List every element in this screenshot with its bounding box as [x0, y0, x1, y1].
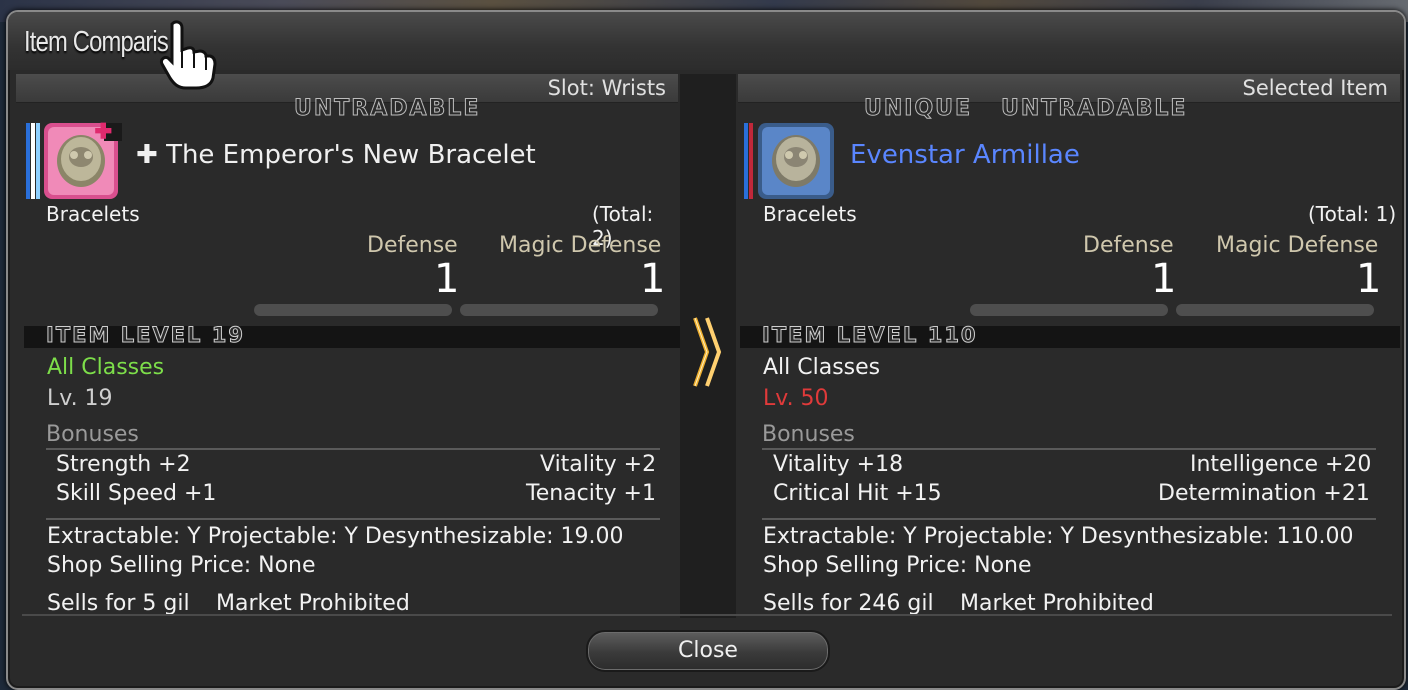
item-category: Bracelets [763, 202, 857, 226]
bonuses-header: Bonuses [46, 422, 139, 447]
magic-defense-label: Magic Defense [499, 233, 662, 258]
item-name: ✚ The Emperor's New Bracelet [136, 140, 536, 170]
magic-defense-label: Magic Defense [1216, 233, 1379, 258]
defense-label: Defense [367, 233, 458, 258]
bonus-stat: Vitality +18 [773, 452, 904, 477]
item-category: Bracelets [46, 202, 140, 226]
item-name-text: The Emperor's New Bracelet [166, 140, 536, 170]
magic-defense-value: 1 [1356, 256, 1382, 302]
item-level: ITEM LEVEL 19 [46, 323, 245, 348]
defense-value: 1 [1151, 256, 1177, 302]
bonuses-divider-bottom [762, 518, 1376, 520]
bonuses-divider-bottom [46, 518, 660, 520]
item-total: (Total: 1) [1308, 202, 1397, 226]
window-title: Item Comparis [24, 26, 169, 58]
shop-price: Shop Selling Price: None [763, 553, 1032, 578]
market-status: Market Prohibited [216, 591, 410, 616]
bonuses-header: Bonuses [762, 422, 855, 447]
hq-glyph: ✚ [136, 140, 158, 170]
item-tags: UNTRADABLE [293, 96, 481, 122]
hand-pointer-icon [160, 20, 217, 90]
item-name: Evenstar Armillae [850, 140, 1080, 170]
bonus-stat: Determination +21 [1158, 481, 1370, 506]
market-status: Market Prohibited [960, 591, 1154, 616]
sell-price: Sells for 5 gil [47, 591, 190, 616]
magic-defense-bar [460, 304, 658, 316]
item-tags: UNIQUE UNTRADABLE [863, 96, 1188, 122]
slot-label: Slot: Wrists [547, 76, 666, 100]
bonus-stat: Strength +2 [56, 452, 191, 477]
bonus-stat: Critical Hit +15 [773, 481, 942, 506]
item-level: ITEM LEVEL 110 [762, 323, 978, 348]
item-required-level: Lv. 19 [47, 386, 113, 411]
item-comparison-window: Item Comparis Slot: Wrists UNTRADABLE ✚ … [6, 10, 1406, 690]
bracelet-icon[interactable] [744, 121, 834, 199]
bracelet-icon[interactable] [26, 121, 122, 199]
close-button[interactable]: Close [586, 630, 830, 672]
magic-defense-bar [1176, 304, 1374, 316]
bonus-stat: Intelligence +20 [1190, 452, 1372, 477]
bonuses-divider-top [46, 448, 660, 450]
extract-info: Extractable: Y Projectable: Y Desynthesi… [763, 524, 1354, 549]
item-classes: All Classes [763, 355, 881, 380]
double-chevron-icon [693, 317, 722, 387]
bonuses-divider-top [762, 448, 1376, 450]
slot-label: Selected Item [1242, 76, 1388, 100]
bonus-stat: Vitality +2 [540, 452, 657, 477]
defense-bar [970, 304, 1168, 316]
selected-item-pane: Selected Item UNIQUE UNTRADABLE Evenstar… [738, 74, 1402, 620]
defense-value: 1 [434, 256, 460, 302]
item-required-level: Lv. 50 [763, 386, 829, 411]
item-classes: All Classes [47, 355, 165, 380]
shop-price: Shop Selling Price: None [47, 553, 316, 578]
bonus-stat: Tenacity +1 [526, 481, 656, 506]
footer-divider [22, 614, 1392, 616]
equipped-item-pane: Slot: Wrists UNTRADABLE ✚ The Emperor's … [16, 74, 680, 620]
extract-info: Extractable: Y Projectable: Y Desynthesi… [47, 524, 624, 549]
sell-price: Sells for 246 gil [763, 591, 934, 616]
bonus-stat: Skill Speed +1 [56, 481, 217, 506]
defense-bar [254, 304, 452, 316]
defense-label: Defense [1083, 233, 1174, 258]
magic-defense-value: 1 [640, 256, 666, 302]
